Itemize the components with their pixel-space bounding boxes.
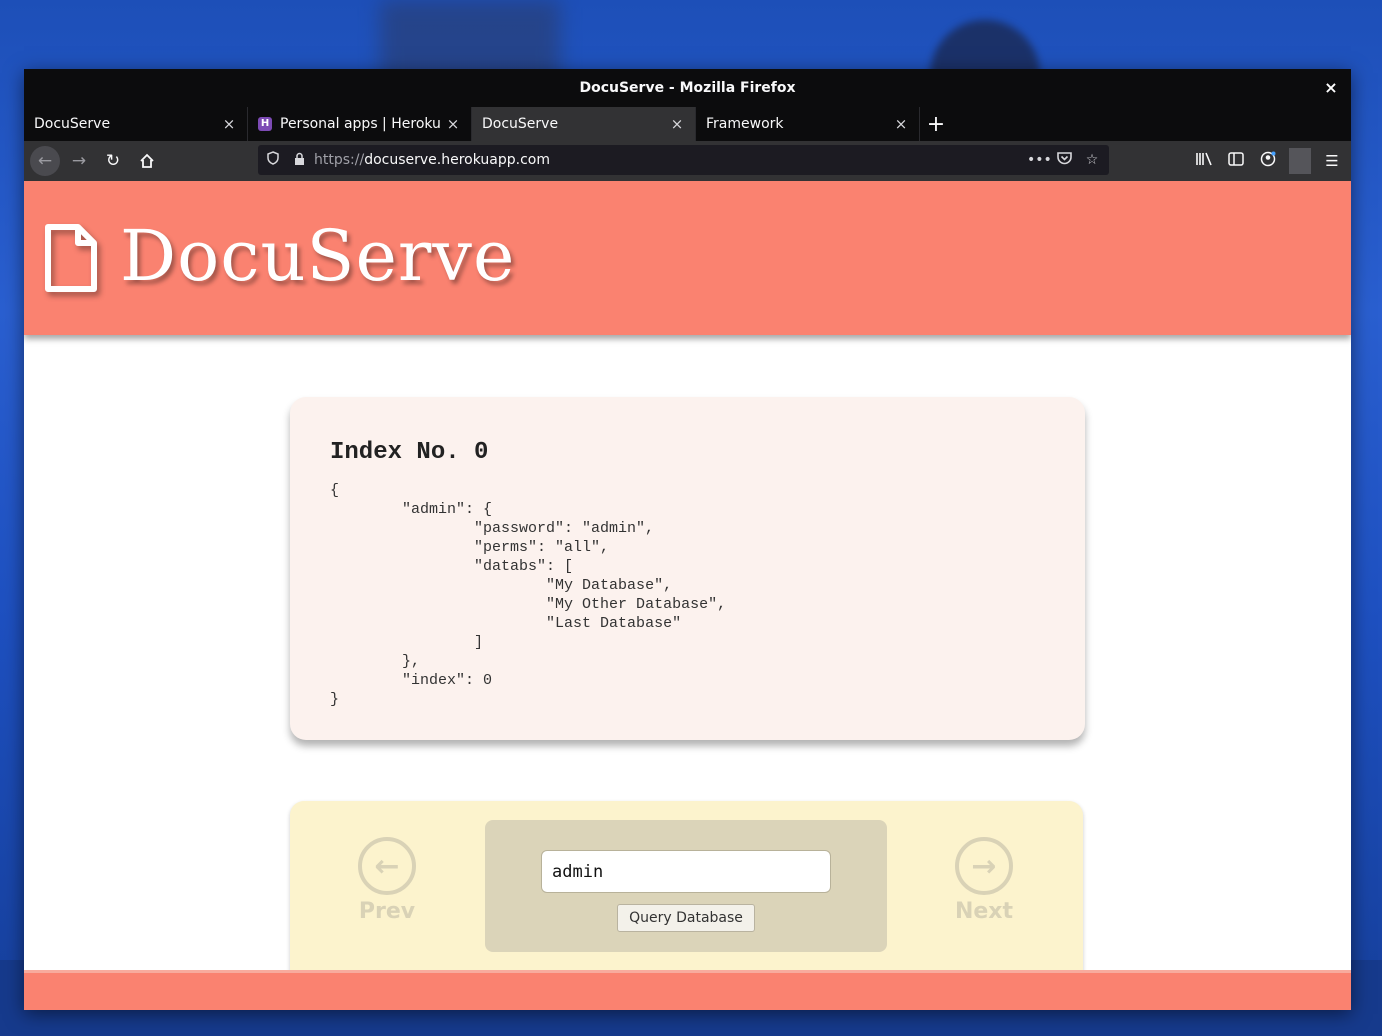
heroku-icon: H xyxy=(258,117,272,131)
home-button[interactable] xyxy=(132,146,162,176)
tab-framework[interactable]: Framework × xyxy=(696,107,920,141)
query-input[interactable] xyxy=(541,850,831,893)
tab-label: Personal apps | Heroku xyxy=(280,116,441,132)
browser-window: DocuServe - Mozilla Firefox × DocuServe … xyxy=(24,69,1351,1010)
tab-close-icon[interactable]: × xyxy=(445,115,461,133)
pocket-icon[interactable] xyxy=(1055,151,1073,169)
forward-button[interactable]: → xyxy=(64,146,94,176)
new-tab-button[interactable]: + xyxy=(920,107,952,141)
site-header: DocuServe xyxy=(24,181,1351,335)
document-icon xyxy=(45,224,97,292)
window-title: DocuServe - Mozilla Firefox xyxy=(579,80,796,96)
tab-label: DocuServe xyxy=(482,116,559,132)
query-panel: Query Database xyxy=(485,820,887,952)
reload-button[interactable]: ↻ xyxy=(98,146,128,176)
library-icon[interactable] xyxy=(1193,152,1215,170)
tab-heroku[interactable]: H Personal apps | Heroku × xyxy=(248,107,472,141)
tab-label: DocuServe xyxy=(34,116,111,132)
web-page: DocuServe Index No. 0 { "admin": { "pass… xyxy=(24,181,1351,1010)
next-button[interactable]: → Next xyxy=(934,837,1034,924)
site-footer xyxy=(24,970,1351,1010)
bookmark-star-icon[interactable]: ☆ xyxy=(1083,152,1101,168)
home-icon xyxy=(140,153,154,168)
result-json: { "admin": { "password": "admin", "perms… xyxy=(330,482,727,708)
circle-arrow-left-icon: ← xyxy=(358,837,416,895)
tab-docuserve-1[interactable]: DocuServe × xyxy=(24,107,248,141)
query-database-button[interactable]: Query Database xyxy=(617,904,755,932)
tab-close-icon[interactable]: × xyxy=(669,115,685,133)
url-host: docuserve.herokuapp.com xyxy=(364,152,550,168)
account-icon[interactable] xyxy=(1257,151,1279,171)
site-title: DocuServe xyxy=(120,215,516,297)
window-titlebar: DocuServe - Mozilla Firefox × xyxy=(24,69,1351,107)
prev-button[interactable]: ← Prev xyxy=(337,837,437,924)
url-actions: ••• ☆ xyxy=(1027,145,1101,175)
result-heading: Index No. 0 xyxy=(330,439,489,466)
tab-strip: DocuServe × H Personal apps | Heroku × D… xyxy=(24,107,1351,141)
window-close-button[interactable]: × xyxy=(1321,78,1341,98)
url-protocol: https:// xyxy=(314,152,365,168)
reload-icon: ↻ xyxy=(105,151,121,171)
back-button[interactable]: ← xyxy=(30,146,60,176)
tracking-shield-icon[interactable] xyxy=(262,151,284,169)
toolbar-right: ☰ xyxy=(1193,141,1343,181)
prev-label: Prev xyxy=(358,899,416,924)
tab-close-icon[interactable]: × xyxy=(221,115,237,133)
sidebar-icon[interactable] xyxy=(1225,152,1247,170)
arrow-left-icon: ← xyxy=(37,151,53,171)
toolbar-separator xyxy=(1289,148,1311,174)
arrow-right-icon: → xyxy=(71,151,87,171)
tab-close-icon[interactable]: × xyxy=(893,115,909,133)
circle-arrow-right-icon: → xyxy=(955,837,1013,895)
page-actions-icon[interactable]: ••• xyxy=(1027,152,1052,168)
next-label: Next xyxy=(954,899,1014,924)
result-card: Index No. 0 { "admin": { "password": "ad… xyxy=(290,397,1085,740)
navigation-toolbar: ← → ↻ https://docuserve.herokuapp.com ••… xyxy=(24,141,1351,181)
tab-docuserve-active[interactable]: DocuServe × xyxy=(472,107,696,141)
lock-icon[interactable] xyxy=(288,152,310,169)
menu-icon[interactable]: ☰ xyxy=(1321,152,1343,170)
address-bar[interactable]: https://docuserve.herokuapp.com ••• ☆ xyxy=(258,145,1109,175)
tab-label: Framework xyxy=(706,116,784,132)
